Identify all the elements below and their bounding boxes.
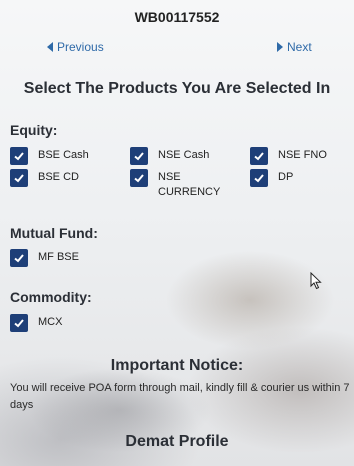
option-label: BSE CD — [38, 171, 79, 183]
check-icon — [14, 152, 24, 161]
mouse-cursor-icon — [310, 272, 322, 290]
checkbox[interactable] — [250, 169, 268, 187]
triangle-right-icon — [277, 42, 283, 52]
option-label: NSE CURRENCY — [158, 171, 221, 198]
next-label: Next — [287, 40, 312, 54]
checkbox-dp[interactable]: DP — [250, 169, 293, 187]
checkbox-bse-cash[interactable]: BSE Cash — [10, 147, 89, 165]
option-label: BSE Cash — [38, 149, 89, 161]
checkbox-nse-currency[interactable]: NSE CURRENCY — [130, 169, 221, 200]
check-icon — [14, 254, 24, 263]
checkbox[interactable] — [10, 249, 28, 267]
checkbox[interactable] — [10, 147, 28, 165]
page-content: WB00117552 Previous Next Select The Prod… — [0, 0, 354, 466]
notice-text: You will receive POA form through mail, … — [10, 382, 350, 411]
mutual-fund-label: Mutual Fund: — [10, 225, 98, 241]
next-link[interactable]: Next — [277, 40, 312, 54]
check-icon — [134, 174, 144, 183]
check-icon — [14, 319, 24, 328]
checkbox[interactable] — [250, 147, 268, 165]
check-icon — [134, 152, 144, 161]
commodity-label: Commodity: — [10, 289, 92, 305]
checkbox-mf-bse[interactable]: MF BSE — [10, 249, 79, 267]
option-label: MCX — [38, 316, 63, 328]
equity-label: Equity: — [10, 122, 58, 138]
checkbox[interactable] — [130, 169, 148, 187]
option-label: DP — [278, 171, 294, 183]
option-label: NSE Cash — [158, 149, 210, 161]
previous-label: Previous — [57, 40, 104, 54]
checkbox[interactable] — [130, 147, 148, 165]
check-icon — [254, 152, 264, 161]
checkbox[interactable] — [10, 314, 28, 332]
checkbox-nse-fno[interactable]: NSE FNO — [250, 147, 327, 165]
check-icon — [254, 174, 264, 183]
checkbox-nse-cash[interactable]: NSE Cash — [130, 147, 209, 165]
checkbox-bse-cd[interactable]: BSE CD — [10, 169, 79, 187]
page-title: Select The Products You Are Selected In — [23, 80, 331, 97]
triangle-left-icon — [47, 42, 53, 52]
option-label: NSE FNO — [278, 149, 327, 161]
notice-title: Important Notice: — [110, 357, 244, 374]
checkbox-mcx[interactable]: MCX — [10, 314, 62, 332]
option-label: MF BSE — [38, 251, 79, 263]
checkbox[interactable] — [10, 169, 28, 187]
check-icon — [14, 174, 24, 183]
client-code: WB00117552 — [134, 9, 220, 25]
demat-profile-title: Demat Profile — [125, 433, 229, 450]
previous-link[interactable]: Previous — [47, 40, 104, 54]
